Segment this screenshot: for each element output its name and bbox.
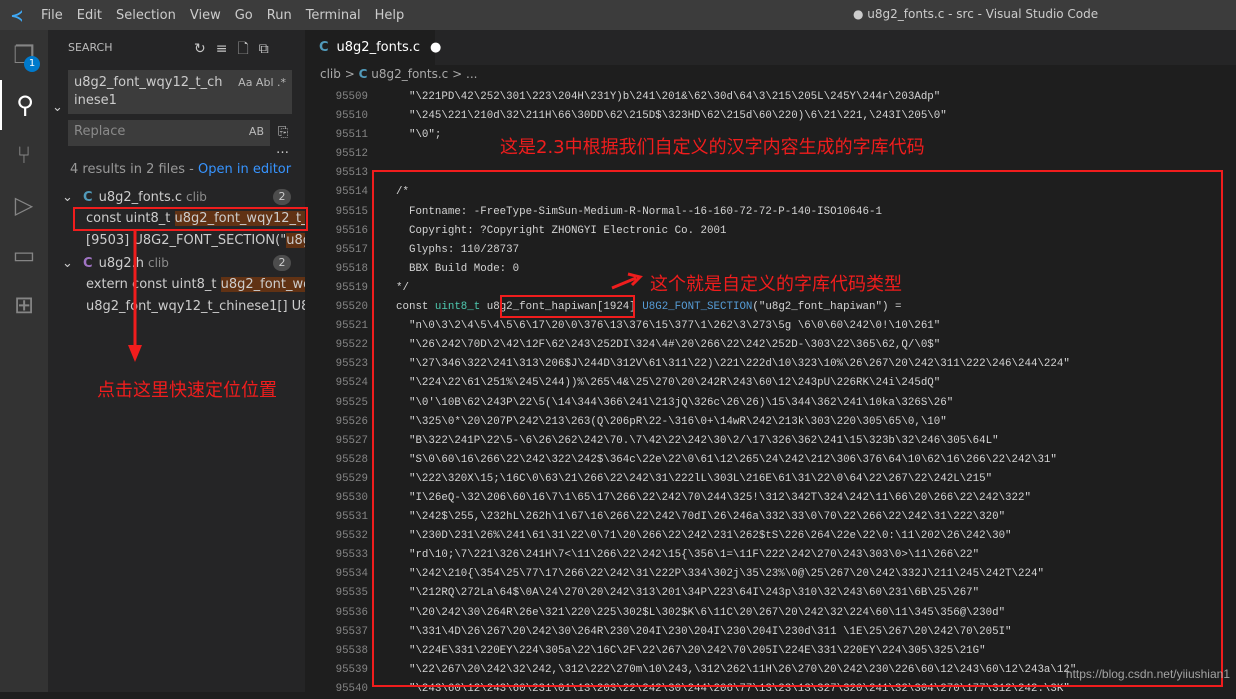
annotation-arrow-right xyxy=(611,272,643,290)
annotation-result-box xyxy=(73,207,308,231)
annotation-arrows xyxy=(128,230,643,362)
annotation-arrow-head xyxy=(128,345,142,362)
watermark: https://blog.csdn.net/yiiushian1 xyxy=(1065,667,1230,681)
annotation-left-note: 点击这里快速定位位置 xyxy=(97,380,277,401)
annotation-type-note: 这个就是自定义的字库代码类型 xyxy=(650,274,902,295)
